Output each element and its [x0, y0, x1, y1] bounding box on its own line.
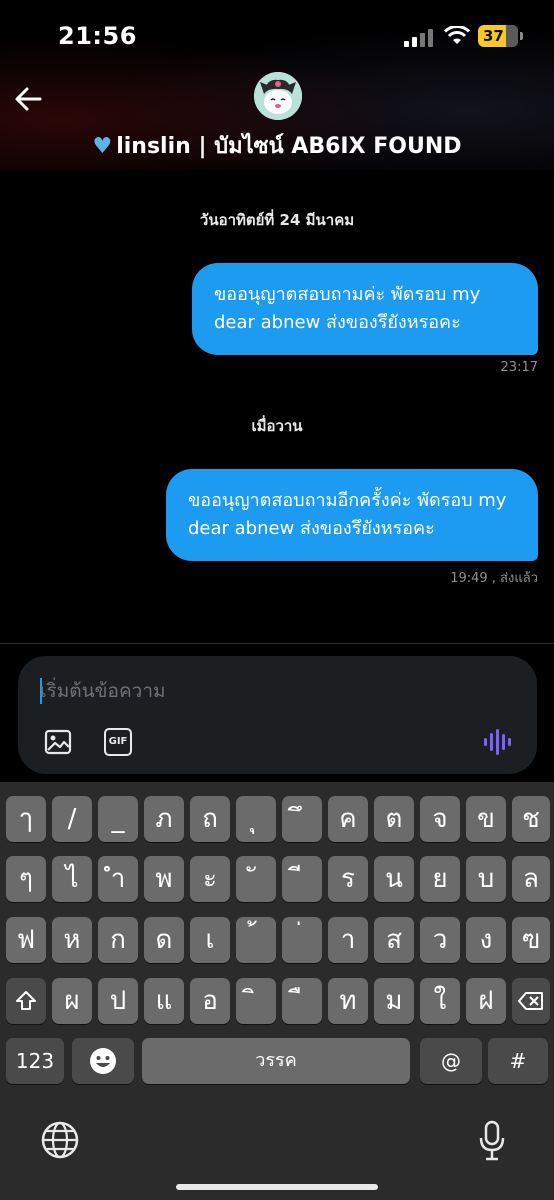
- message-meta: 23:17: [500, 360, 538, 375]
- status-bar: 21:56 37: [0, 0, 554, 70]
- key[interactable]: น: [374, 856, 414, 902]
- key[interactable]: เ: [190, 917, 230, 963]
- date-separator: วันอาทิตย์ที่ 24 มีนาคม: [199, 211, 355, 229]
- key[interactable]: /: [52, 796, 92, 842]
- voice-message-icon[interactable]: [482, 727, 512, 757]
- key[interactable]: ท: [328, 978, 368, 1024]
- battery-level: 37: [483, 27, 504, 45]
- key[interactable]: แ: [144, 978, 184, 1024]
- shift-icon: [16, 991, 36, 1010]
- space-key[interactable]: วรรค: [142, 1038, 410, 1084]
- key[interactable]: ป: [98, 978, 138, 1024]
- key[interactable]: ส: [374, 917, 414, 963]
- key[interactable]: า: [328, 917, 368, 963]
- key[interactable]: ำ: [98, 856, 138, 902]
- key[interactable]: ฟ: [6, 917, 46, 963]
- message-input[interactable]: เริ่มต้นข้อความ: [40, 674, 500, 708]
- key[interactable]: ข: [466, 796, 506, 842]
- key[interactable]: ้: [236, 917, 276, 963]
- key[interactable]: ฝ: [466, 978, 506, 1024]
- key[interactable]: ฃ: [512, 917, 550, 963]
- key[interactable]: ๆ: [6, 856, 46, 902]
- key[interactable]: พ: [144, 856, 184, 902]
- key[interactable]: ว: [420, 917, 460, 963]
- status-time: 21:56: [58, 22, 137, 50]
- contact-name-text: linslin | บัมไซน์ AB6IX FOUND: [116, 134, 462, 159]
- key[interactable]: ใ: [420, 978, 460, 1024]
- divider: [0, 643, 554, 644]
- key[interactable]: ั: [236, 856, 276, 902]
- microphone-icon[interactable]: [478, 1120, 506, 1162]
- key[interactable]: ื: [282, 978, 322, 1024]
- date-separator: เมื่อวาน: [251, 417, 303, 435]
- key[interactable]: ค: [328, 796, 368, 842]
- shift-key[interactable]: [6, 978, 46, 1024]
- key[interactable]: ง: [466, 917, 506, 963]
- signal-icon: [404, 29, 433, 47]
- avatar[interactable]: [254, 72, 302, 120]
- message-bubble[interactable]: ขออนุญาตสอบถามค่ะ พัดรอบ my dear abnew ส…: [192, 263, 538, 355]
- key[interactable]: ห: [52, 917, 92, 963]
- key[interactable]: ไ: [52, 856, 92, 902]
- contact-name[interactable]: ♥ linslin | บัมไซน์ AB6IX FOUND: [0, 128, 554, 163]
- key[interactable]: ่: [282, 917, 322, 963]
- emoji-key[interactable]: [72, 1038, 134, 1084]
- key[interactable]: ม: [374, 978, 414, 1024]
- key[interactable]: ต: [374, 796, 414, 842]
- emoji-icon: [90, 1048, 116, 1074]
- back-arrow-icon[interactable]: [12, 82, 46, 116]
- key[interactable]: ร: [328, 856, 368, 902]
- key[interactable]: ด: [144, 917, 184, 963]
- key[interactable]: _: [98, 796, 138, 842]
- key[interactable]: ี: [282, 856, 322, 902]
- globe-icon[interactable]: [40, 1120, 80, 1160]
- key[interactable]: ะ: [190, 856, 230, 902]
- key[interactable]: ถ: [190, 796, 230, 842]
- key[interactable]: ิ: [236, 978, 276, 1024]
- avatar-image: [254, 72, 302, 120]
- home-indicator: [176, 1184, 378, 1190]
- key[interactable]: ๅ: [6, 796, 46, 842]
- key[interactable]: ผ: [52, 978, 92, 1024]
- key[interactable]: ึ: [282, 796, 322, 842]
- delete-key[interactable]: [512, 978, 550, 1024]
- key[interactable]: บ: [466, 856, 506, 902]
- image-icon[interactable]: [44, 728, 72, 756]
- message-bubble[interactable]: ขออนุญาตสอบถามอีกครั้งค่ะ พัดรอบ my dear…: [166, 469, 538, 561]
- key[interactable]: ย: [420, 856, 460, 902]
- wifi-icon: [444, 26, 470, 44]
- key[interactable]: จ: [420, 796, 460, 842]
- battery-indicator: 37: [478, 25, 523, 47]
- heart-icon: ♥: [92, 134, 113, 159]
- key[interactable]: ช: [512, 796, 550, 842]
- gif-button[interactable]: GIF: [104, 728, 132, 756]
- key[interactable]: ก: [98, 917, 138, 963]
- backspace-icon: [518, 992, 543, 1010]
- key[interactable]: อ: [190, 978, 230, 1024]
- key[interactable]: ภ: [144, 796, 184, 842]
- battery-empty-portion: [506, 25, 518, 47]
- at-key[interactable]: @: [420, 1038, 482, 1084]
- key[interactable]: ล: [512, 856, 550, 902]
- key[interactable]: ุ: [236, 796, 276, 842]
- message-composer[interactable]: เริ่มต้นข้อความ GIF: [18, 656, 537, 774]
- hash-key[interactable]: #: [488, 1038, 548, 1084]
- message-meta: 19:49 , ส่งแล้ว: [450, 571, 538, 586]
- numbers-key[interactable]: 123: [6, 1038, 64, 1084]
